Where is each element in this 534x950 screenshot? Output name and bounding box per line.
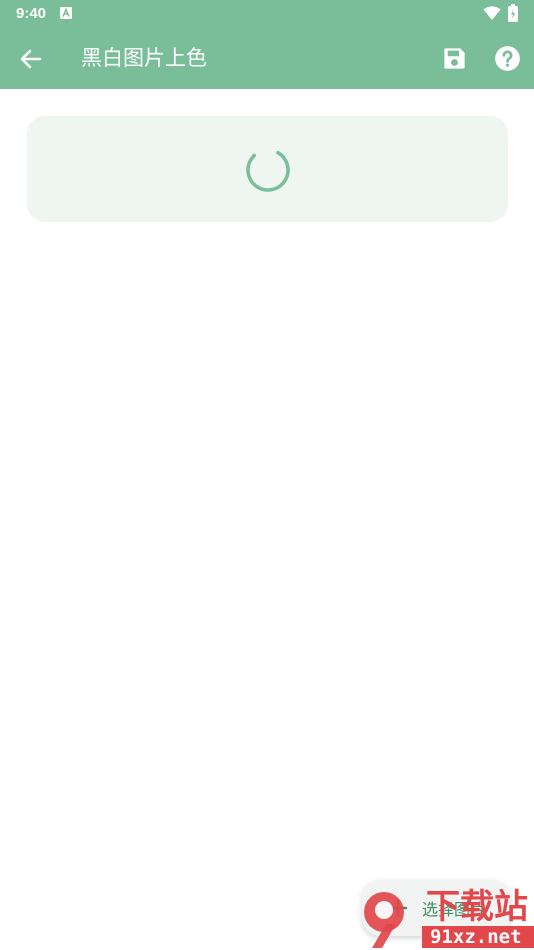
battery-icon xyxy=(508,4,518,22)
wifi-icon xyxy=(483,6,501,20)
plus-icon xyxy=(388,898,408,918)
app-toolbar: 黑白图片上色 xyxy=(0,28,534,89)
status-bar: 9:40 xyxy=(0,0,534,28)
select-image-button[interactable]: 选择图片 xyxy=(362,880,510,936)
select-image-label: 选择图片 xyxy=(422,900,487,919)
status-time: 9:40 xyxy=(16,5,47,22)
help-icon[interactable] xyxy=(494,45,521,72)
loading-spinner-icon xyxy=(246,148,290,192)
notification-a-icon xyxy=(60,7,72,19)
page-title: 黑白图片上色 xyxy=(81,46,207,70)
save-icon[interactable] xyxy=(441,45,468,72)
image-preview-card xyxy=(27,116,508,222)
back-arrow-icon[interactable] xyxy=(18,46,44,72)
